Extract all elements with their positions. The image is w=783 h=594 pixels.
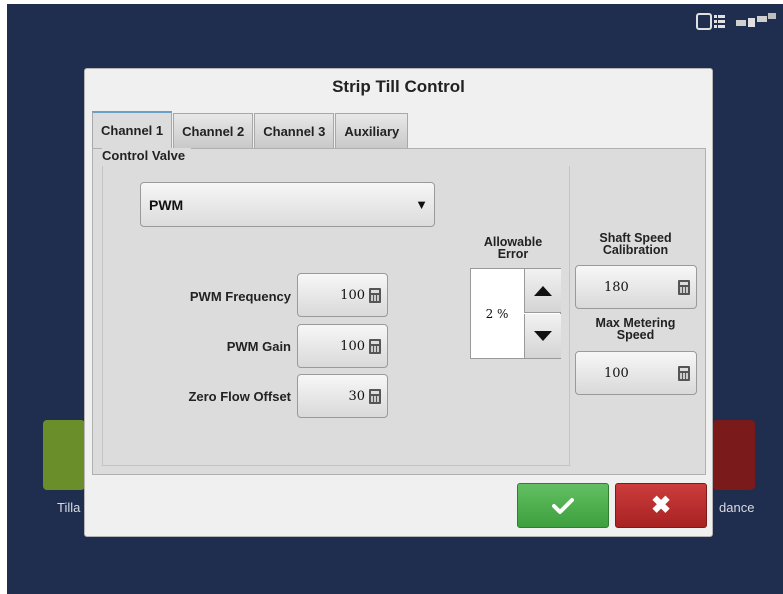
display-icon[interactable]: [696, 12, 726, 32]
pwm-gain-label: PWM Gain: [226, 339, 291, 354]
allowable-error-label-line2: Error: [497, 247, 529, 261]
guidance-app-label: dance: [719, 500, 755, 515]
calculator-icon: [369, 338, 381, 354]
tab-auxiliary[interactable]: Auxiliary: [335, 113, 409, 148]
max-metering-speed-label: Max Metering Speed: [573, 317, 698, 342]
guidance-app-tile[interactable]: [713, 420, 755, 490]
arrow-down-icon: [534, 331, 552, 341]
arrow-up-icon: [534, 285, 552, 296]
pwm-frequency-input[interactable]: 100: [297, 273, 388, 317]
pwm-gain-input[interactable]: 100: [297, 324, 388, 368]
zero-flow-offset-input[interactable]: 30: [297, 374, 388, 418]
tillage-app-label: Tilla: [57, 500, 81, 515]
tab-channel-1[interactable]: Channel 1: [92, 111, 173, 148]
dialog-title: Strip Till Control: [332, 77, 465, 96]
x-icon: ✖: [650, 492, 672, 519]
channel-tabs: Channel 1 Channel 2 Channel 3 Auxiliary: [92, 111, 409, 148]
check-icon: [552, 497, 574, 514]
tab-channel-3[interactable]: Channel 3: [254, 113, 335, 148]
max-metering-value: 100: [604, 365, 629, 381]
shaft-speed-value: 180: [604, 279, 629, 295]
decrease-button[interactable]: [524, 314, 561, 358]
shaft-speed-calibration-input[interactable]: 180: [575, 265, 697, 309]
satellite-icon[interactable]: [734, 11, 778, 33]
control-valve-selected: PWM: [149, 196, 184, 213]
tillage-app-tile[interactable]: [43, 420, 85, 490]
pwm-frequency-label: PWM Frequency: [189, 289, 291, 304]
calculator-icon: [678, 279, 690, 295]
calculator-icon: [369, 388, 381, 404]
status-bar: [688, 4, 783, 40]
max-metering-speed-input[interactable]: 100: [575, 351, 697, 395]
increase-button[interactable]: [524, 269, 561, 313]
pwm-gain-value: 100: [340, 338, 365, 354]
max-metering-label-line2: Speed: [616, 328, 655, 342]
strip-till-control-dialog: Strip Till Control Channel 1 Channel 2 C…: [84, 68, 713, 537]
calculator-icon: [369, 287, 381, 303]
calculator-icon: [678, 365, 690, 381]
ok-button[interactable]: [517, 483, 609, 528]
zero-flow-offset-label: Zero Flow Offset: [188, 389, 291, 404]
allowable-error-label: Allowable Error: [468, 236, 558, 261]
control-valve-label: Control Valve: [102, 148, 192, 163]
shaft-speed-calibration-label: Shaft Speed Calibration: [573, 232, 698, 257]
tab-channel-2[interactable]: Channel 2: [173, 113, 254, 148]
allowable-error-value[interactable]: 2 %: [471, 269, 523, 358]
cancel-button[interactable]: ✖: [615, 483, 707, 528]
pwm-frequency-value: 100: [340, 287, 365, 303]
allowable-error-spinner: 2 %: [470, 268, 561, 359]
shaft-speed-label-line2: Calibration: [602, 243, 669, 257]
dropdown-arrow-icon: ▼: [415, 197, 428, 212]
zero-flow-offset-value: 30: [348, 388, 365, 404]
control-valve-dropdown[interactable]: PWM ▼: [140, 182, 435, 227]
